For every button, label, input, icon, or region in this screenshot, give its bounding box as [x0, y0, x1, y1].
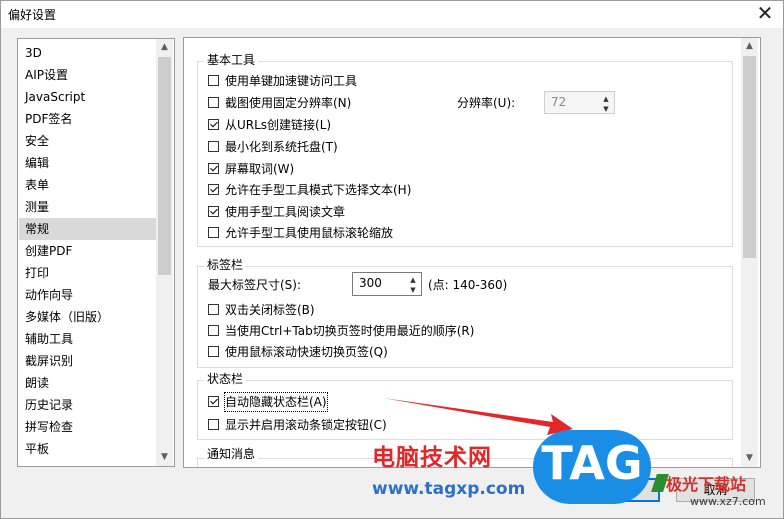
- checkbox[interactable]: [208, 75, 219, 86]
- scroll-thumb[interactable]: [158, 57, 171, 275]
- scroll-up-icon[interactable]: ▲: [156, 39, 173, 56]
- basic-tools-title: 基本工具: [204, 53, 259, 67]
- category-item[interactable]: 朗读: [19, 372, 156, 394]
- range-hint: (点: 140-360): [428, 278, 508, 292]
- checkbox[interactable]: [208, 346, 219, 357]
- checkbox-checked[interactable]: [208, 396, 219, 407]
- category-item[interactable]: 动作向导: [19, 284, 156, 306]
- max-tab-size-value: 300: [359, 276, 382, 290]
- watermark-site-name: 电脑技术网: [372, 445, 492, 471]
- category-item[interactable]: 安全: [19, 130, 156, 152]
- option-label: 允许手型工具使用鼠标滚轮缩放: [225, 226, 394, 240]
- category-item[interactable]: JavaScript: [19, 86, 156, 108]
- checkbox[interactable]: [208, 325, 219, 336]
- stepper-arrows-icon[interactable]: ▲ ▼: [407, 275, 419, 295]
- option-label: 双击关闭标签(B): [225, 303, 315, 317]
- option-label: 显示并启用滚动条锁定按钮(C): [225, 418, 387, 432]
- checkbox-checked[interactable]: [208, 206, 219, 217]
- watermark-logo-name: 极光下载站: [666, 475, 747, 494]
- checkbox[interactable]: [208, 141, 219, 152]
- option-label: 使用手型工具阅读文章: [225, 205, 346, 219]
- category-item[interactable]: 常规: [19, 218, 156, 240]
- option-label: 允许在手型工具模式下选择文本(H): [225, 183, 412, 197]
- category-scrollbar[interactable]: ▲ ▼: [156, 39, 173, 466]
- option-label: 截图使用固定分辨率(N): [225, 96, 352, 110]
- checkbox[interactable]: [208, 97, 219, 108]
- checkbox-checked[interactable]: [208, 119, 219, 130]
- category-item[interactable]: 截屏识别: [19, 350, 156, 372]
- scroll-down-icon[interactable]: ▼: [741, 450, 758, 467]
- notifications-title: 通知消息: [204, 447, 259, 461]
- scroll-thumb[interactable]: [743, 56, 756, 258]
- resolution-value: 72: [551, 95, 567, 109]
- resolution-label: 分辨率(U):: [457, 96, 516, 110]
- category-item[interactable]: 平板: [19, 438, 156, 460]
- watermark-arrow-icon: [383, 398, 573, 435]
- checkbox[interactable]: [208, 304, 219, 315]
- category-item[interactable]: 辅助工具: [19, 328, 156, 350]
- stepper-arrows-icon[interactable]: ▲ ▼: [600, 94, 612, 114]
- checkbox[interactable]: [208, 227, 219, 238]
- checkbox-checked[interactable]: [208, 163, 219, 174]
- category-item[interactable]: PDF签名: [19, 108, 156, 130]
- scroll-down-icon[interactable]: ▼: [156, 449, 173, 466]
- category-item[interactable]: 表单: [19, 174, 156, 196]
- title-bar: 偏好设置 ✕: [0, 0, 784, 28]
- option-label: 自动隐藏状态栏(A): [224, 392, 328, 412]
- option-label: 当使用Ctrl+Tab切换页签时使用最近的顺序(R): [225, 324, 475, 338]
- resolution-stepper[interactable]: 72 ▲ ▼: [544, 91, 615, 114]
- checkbox-checked[interactable]: [208, 184, 219, 195]
- scroll-up-icon[interactable]: ▲: [741, 38, 758, 55]
- category-item[interactable]: 编辑: [19, 152, 156, 174]
- category-item[interactable]: 测量: [19, 196, 156, 218]
- status-bar-title: 状态栏: [204, 372, 247, 386]
- watermark-logo-url: www.xz7.com: [690, 495, 766, 508]
- option-label: 屏幕取词(W): [225, 162, 295, 176]
- watermark-site-url: www.tagxp.com: [372, 479, 526, 499]
- option-label: 使用鼠标滚动快速切换页签(Q): [225, 345, 388, 359]
- category-item[interactable]: 历史记录: [19, 394, 156, 416]
- category-list[interactable]: 3D AIP设置 JavaScript PDF签名 安全 编辑 表单 测量 常规 创建PDF 打印动…: [17, 38, 175, 467]
- close-icon[interactable]: ✕: [754, 2, 776, 24]
- option-label: 从URLs创建链接(L): [225, 118, 332, 132]
- category-item[interactable]: 打印: [19, 262, 156, 284]
- option-label: 使用单键加速键访问工具: [225, 74, 358, 88]
- max-tab-size-label: 最大标签尺寸(S):: [208, 278, 302, 292]
- category-item[interactable]: 创建PDF: [19, 240, 156, 262]
- watermark-tag-text: TAG: [541, 436, 643, 490]
- checkbox[interactable]: [208, 419, 219, 430]
- window-title: 偏好设置: [8, 8, 57, 22]
- category-item[interactable]: 拼写检查: [19, 416, 156, 438]
- watermark-tag-badge: TAG: [533, 430, 651, 504]
- option-label: 最小化到系统托盘(T): [225, 140, 338, 154]
- category-item[interactable]: 3D: [19, 42, 156, 64]
- max-tab-size-stepper[interactable]: 300 ▲ ▼: [352, 272, 422, 296]
- category-item[interactable]: AIP设置: [19, 64, 156, 86]
- settings-scrollbar[interactable]: ▲ ▼: [741, 38, 758, 467]
- category-item[interactable]: 多媒体（旧版）: [19, 306, 156, 328]
- tab-bar-title: 标签栏: [204, 258, 247, 272]
